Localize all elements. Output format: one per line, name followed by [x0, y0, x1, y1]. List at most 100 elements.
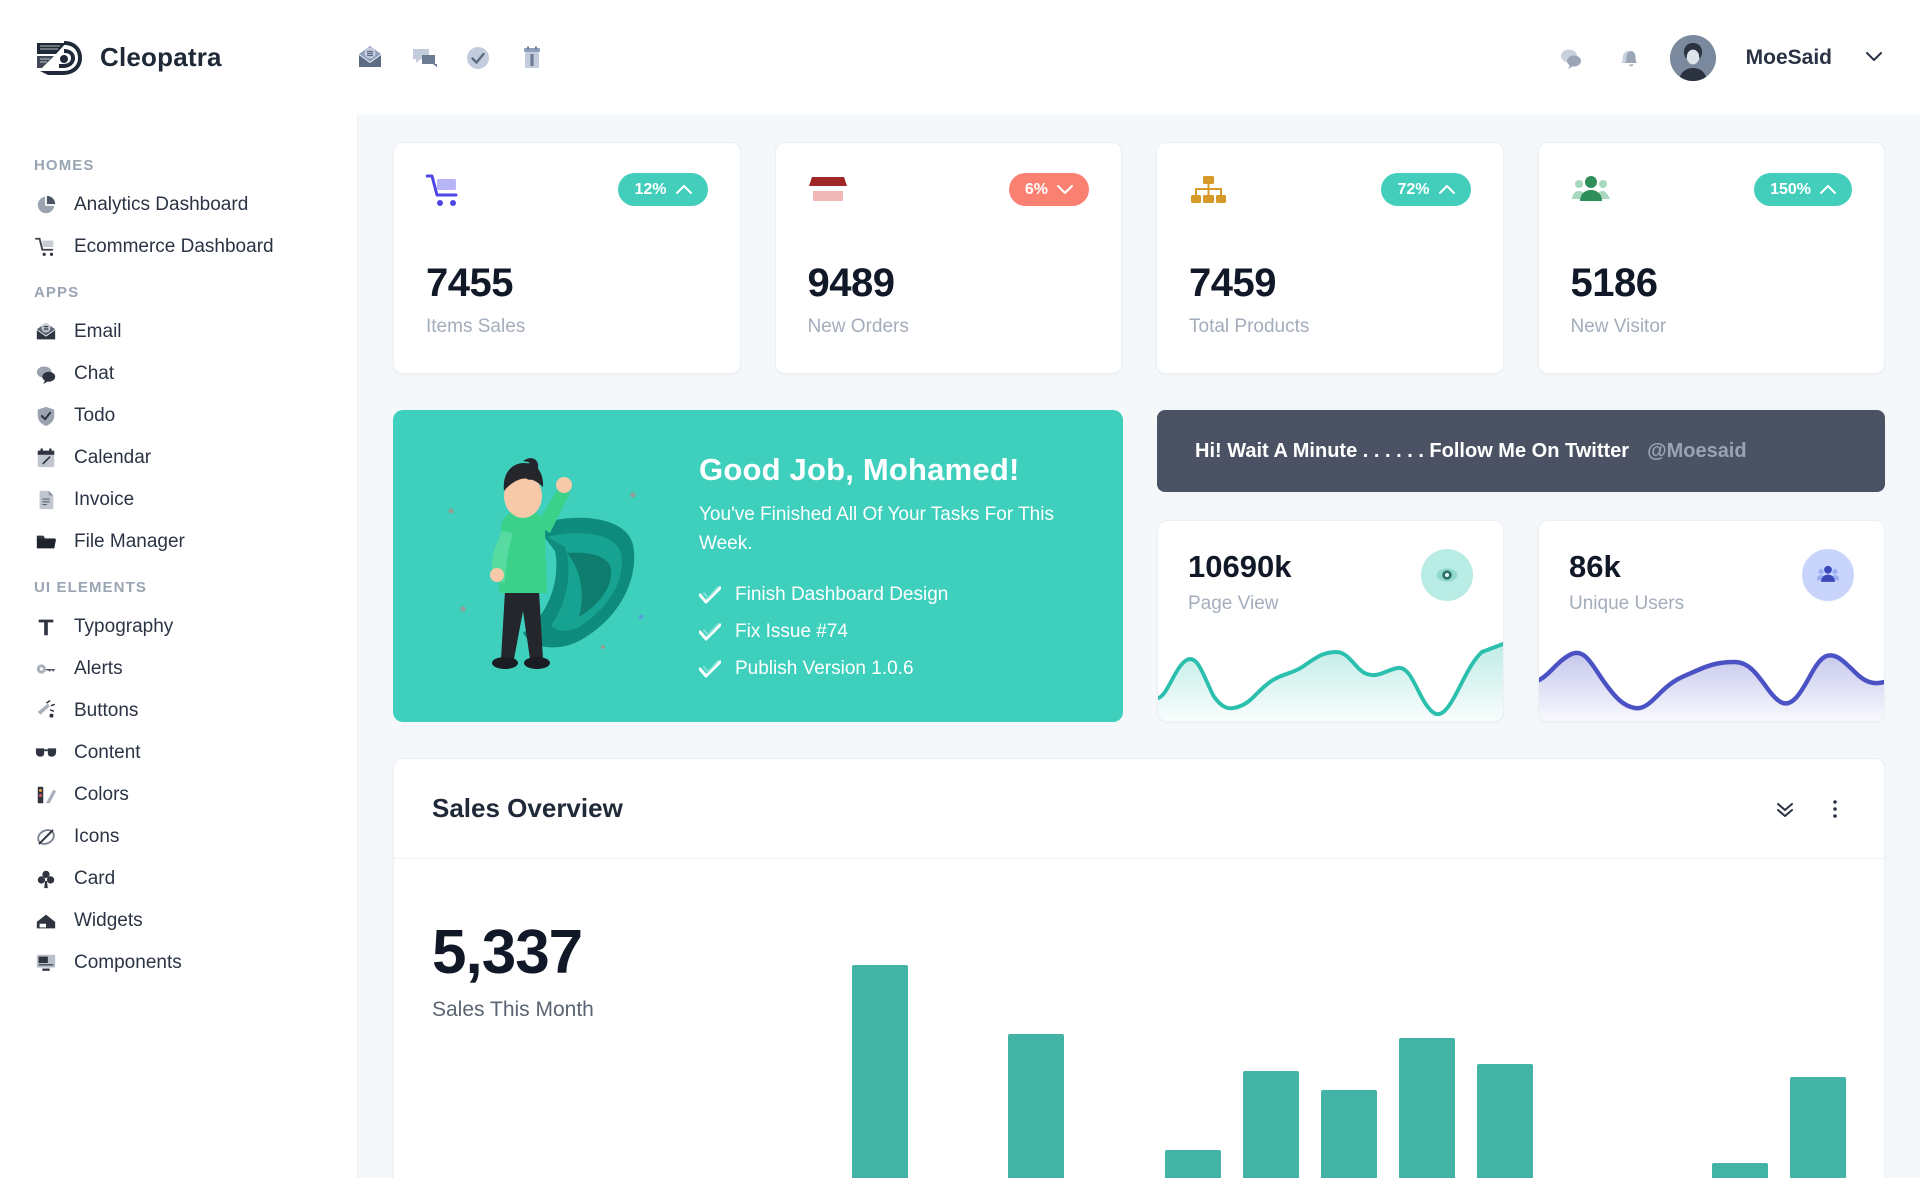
superhero-illustration [427, 441, 675, 691]
mini-card-head: 10690k Page View [1158, 521, 1503, 615]
key-icon [34, 657, 58, 681]
stat-card-total-products[interactable]: 72% 7459 Total Products [1156, 142, 1504, 374]
vertical-dots-icon[interactable] [1824, 798, 1846, 820]
sales-total-value: 5,337 [432, 918, 583, 987]
mini-card-unique-users[interactable]: 86k Unique Users [1538, 520, 1885, 722]
list-item: Finish Dashboard Design [698, 584, 1069, 606]
bar-6[interactable] [1242, 1070, 1299, 1178]
sidebar-item-label: Email [74, 321, 122, 342]
arrow-up-icon [675, 183, 692, 196]
main-content: 12% 7455 Items Sales 6% 9489 New Orders … [358, 115, 1920, 1178]
status-badge: 6% [1008, 173, 1089, 206]
sidebar-item-label: Card [74, 868, 116, 889]
sidebar-item-content[interactable]: Content [0, 732, 357, 774]
sitemap-icon [1189, 173, 1229, 209]
mini-card-page-view[interactable]: 10690k Page View [1157, 520, 1504, 722]
stat-value: 7459 [1189, 261, 1276, 305]
brand[interactable]: Cleopatra [0, 37, 325, 79]
stat-value: 5186 [1570, 261, 1658, 305]
arrow-down-icon [1057, 183, 1073, 196]
stat-card-new-visitor[interactable]: 150% 5186 New Visitor [1537, 142, 1885, 374]
club-icon [34, 867, 58, 891]
bar-12[interactable] [1711, 1163, 1768, 1178]
app-header: Cleopatra MoeSaid [0, 0, 1920, 115]
check-circle-icon[interactable] [465, 45, 491, 71]
bar-13[interactable] [1789, 1077, 1847, 1178]
chat-icon[interactable] [411, 45, 438, 71]
stat-card-top: 6% [808, 173, 1089, 209]
people-group-icon [1571, 173, 1611, 209]
sales-overview-card: Sales Overview 5,337 Sales This Month [393, 758, 1885, 1178]
task-list: Finish Dashboard Design Fix Issue #74 Pu… [698, 584, 1069, 680]
double-chevron-down-icon[interactable] [1774, 798, 1796, 820]
sidebar-section-title: UI ELEMENTS [34, 579, 147, 596]
sidebar-item-calendar[interactable]: Calendar [0, 437, 357, 479]
sunglasses-icon [34, 741, 58, 765]
status-badge: 72% [1381, 173, 1471, 206]
sidebar-section-homes: HOMES Analytics Dashboard Ecommerce Dash… [0, 141, 357, 268]
stat-card-top: 150% [1571, 173, 1852, 209]
sidebar-item-components[interactable]: Components [0, 942, 357, 984]
sidebar-item-label: Ecommerce Dashboard [74, 236, 274, 257]
sidebar-section-title: APPS [34, 284, 80, 301]
stat-label: New Orders [807, 316, 909, 337]
sidebar-item-label: Todo [74, 405, 116, 426]
task-label: Finish Dashboard Design [735, 584, 949, 606]
stat-card-items-sales[interactable]: 12% 7455 Items Sales [393, 142, 741, 374]
sidebar-item-typography[interactable]: Typography [0, 606, 357, 648]
mini-card-value: 86k [1569, 549, 1621, 584]
sidebar-item-ecommerce-dashboard[interactable]: Ecommerce Dashboard [0, 226, 357, 268]
sidebar: HOMES Analytics Dashboard Ecommerce Dash… [0, 115, 358, 1178]
sidebar-section-title: HOMES [34, 157, 95, 174]
bell-icon[interactable] [1614, 45, 1640, 71]
sidebar-item-analytics-dashboard[interactable]: Analytics Dashboard [0, 184, 357, 226]
list-item: Fix Issue #74 [698, 621, 1069, 643]
right-column: Hi! Wait A Minute . . . . . . Follow Me … [1157, 410, 1885, 722]
stat-card-new-orders[interactable]: 6% 9489 New Orders [774, 142, 1122, 374]
task-label: Fix Issue #74 [735, 621, 848, 643]
pie-chart-icon [34, 193, 58, 217]
user-name[interactable]: MoeSaid [1746, 46, 1832, 70]
monitor-icon [34, 951, 58, 975]
brand-name: Cleopatra [100, 42, 222, 72]
chevron-down-icon[interactable] [1866, 49, 1882, 67]
message-icon[interactable] [1558, 45, 1584, 71]
sidebar-item-alerts[interactable]: Alerts [0, 648, 357, 690]
eye-icon [1421, 549, 1473, 601]
sidebar-item-icons[interactable]: Icons [0, 816, 357, 858]
gift-icon[interactable] [519, 45, 545, 71]
cursor-click-icon [34, 699, 58, 723]
chat-bubble-icon [34, 362, 58, 386]
sidebar-item-chat[interactable]: Chat [0, 353, 357, 395]
sales-total-label: Sales This Month [432, 998, 594, 1021]
bar-1[interactable] [852, 965, 909, 1178]
calendar-icon [34, 446, 58, 470]
bar-9[interactable] [1477, 1064, 1534, 1178]
sidebar-item-file-manager[interactable]: File Manager [0, 521, 357, 563]
sidebar-item-buttons[interactable]: Buttons [0, 690, 357, 732]
bar-3[interactable] [1008, 1034, 1065, 1178]
badge-value: 72% [1397, 180, 1430, 198]
sidebar-item-todo[interactable]: Todo [0, 395, 357, 437]
mini-card-label: Unique Users [1569, 593, 1685, 614]
twitter-handle[interactable]: @Moesaid [1647, 440, 1747, 463]
avatar[interactable] [1669, 34, 1716, 81]
sidebar-item-invoice[interactable]: Invoice [0, 479, 357, 521]
sidebar-item-colors[interactable]: Colors [0, 774, 357, 816]
bar-8[interactable] [1399, 1037, 1456, 1178]
good-job-card: Good Job, Mohamed! You've Finished All O… [393, 410, 1123, 722]
stat-label: New Visitor [1570, 316, 1667, 337]
second-row: Good Job, Mohamed! You've Finished All O… [393, 410, 1885, 722]
sidebar-item-email[interactable]: Email [0, 311, 357, 353]
bar-7[interactable] [1320, 1090, 1378, 1178]
text-t-icon [34, 615, 58, 639]
mini-card-label: Page View [1188, 593, 1279, 614]
task-label: Publish Version 1.0.6 [735, 658, 914, 680]
people-group-icon [1802, 549, 1854, 601]
sidebar-item-widgets[interactable]: Widgets [0, 900, 357, 942]
mail-icon[interactable] [357, 45, 383, 71]
stat-label: Items Sales [426, 316, 526, 337]
sidebar-item-card[interactable]: Card [0, 858, 357, 900]
twitter-follow-banner[interactable]: Hi! Wait A Minute . . . . . . Follow Me … [1157, 410, 1885, 492]
bar-5[interactable] [1164, 1149, 1221, 1178]
